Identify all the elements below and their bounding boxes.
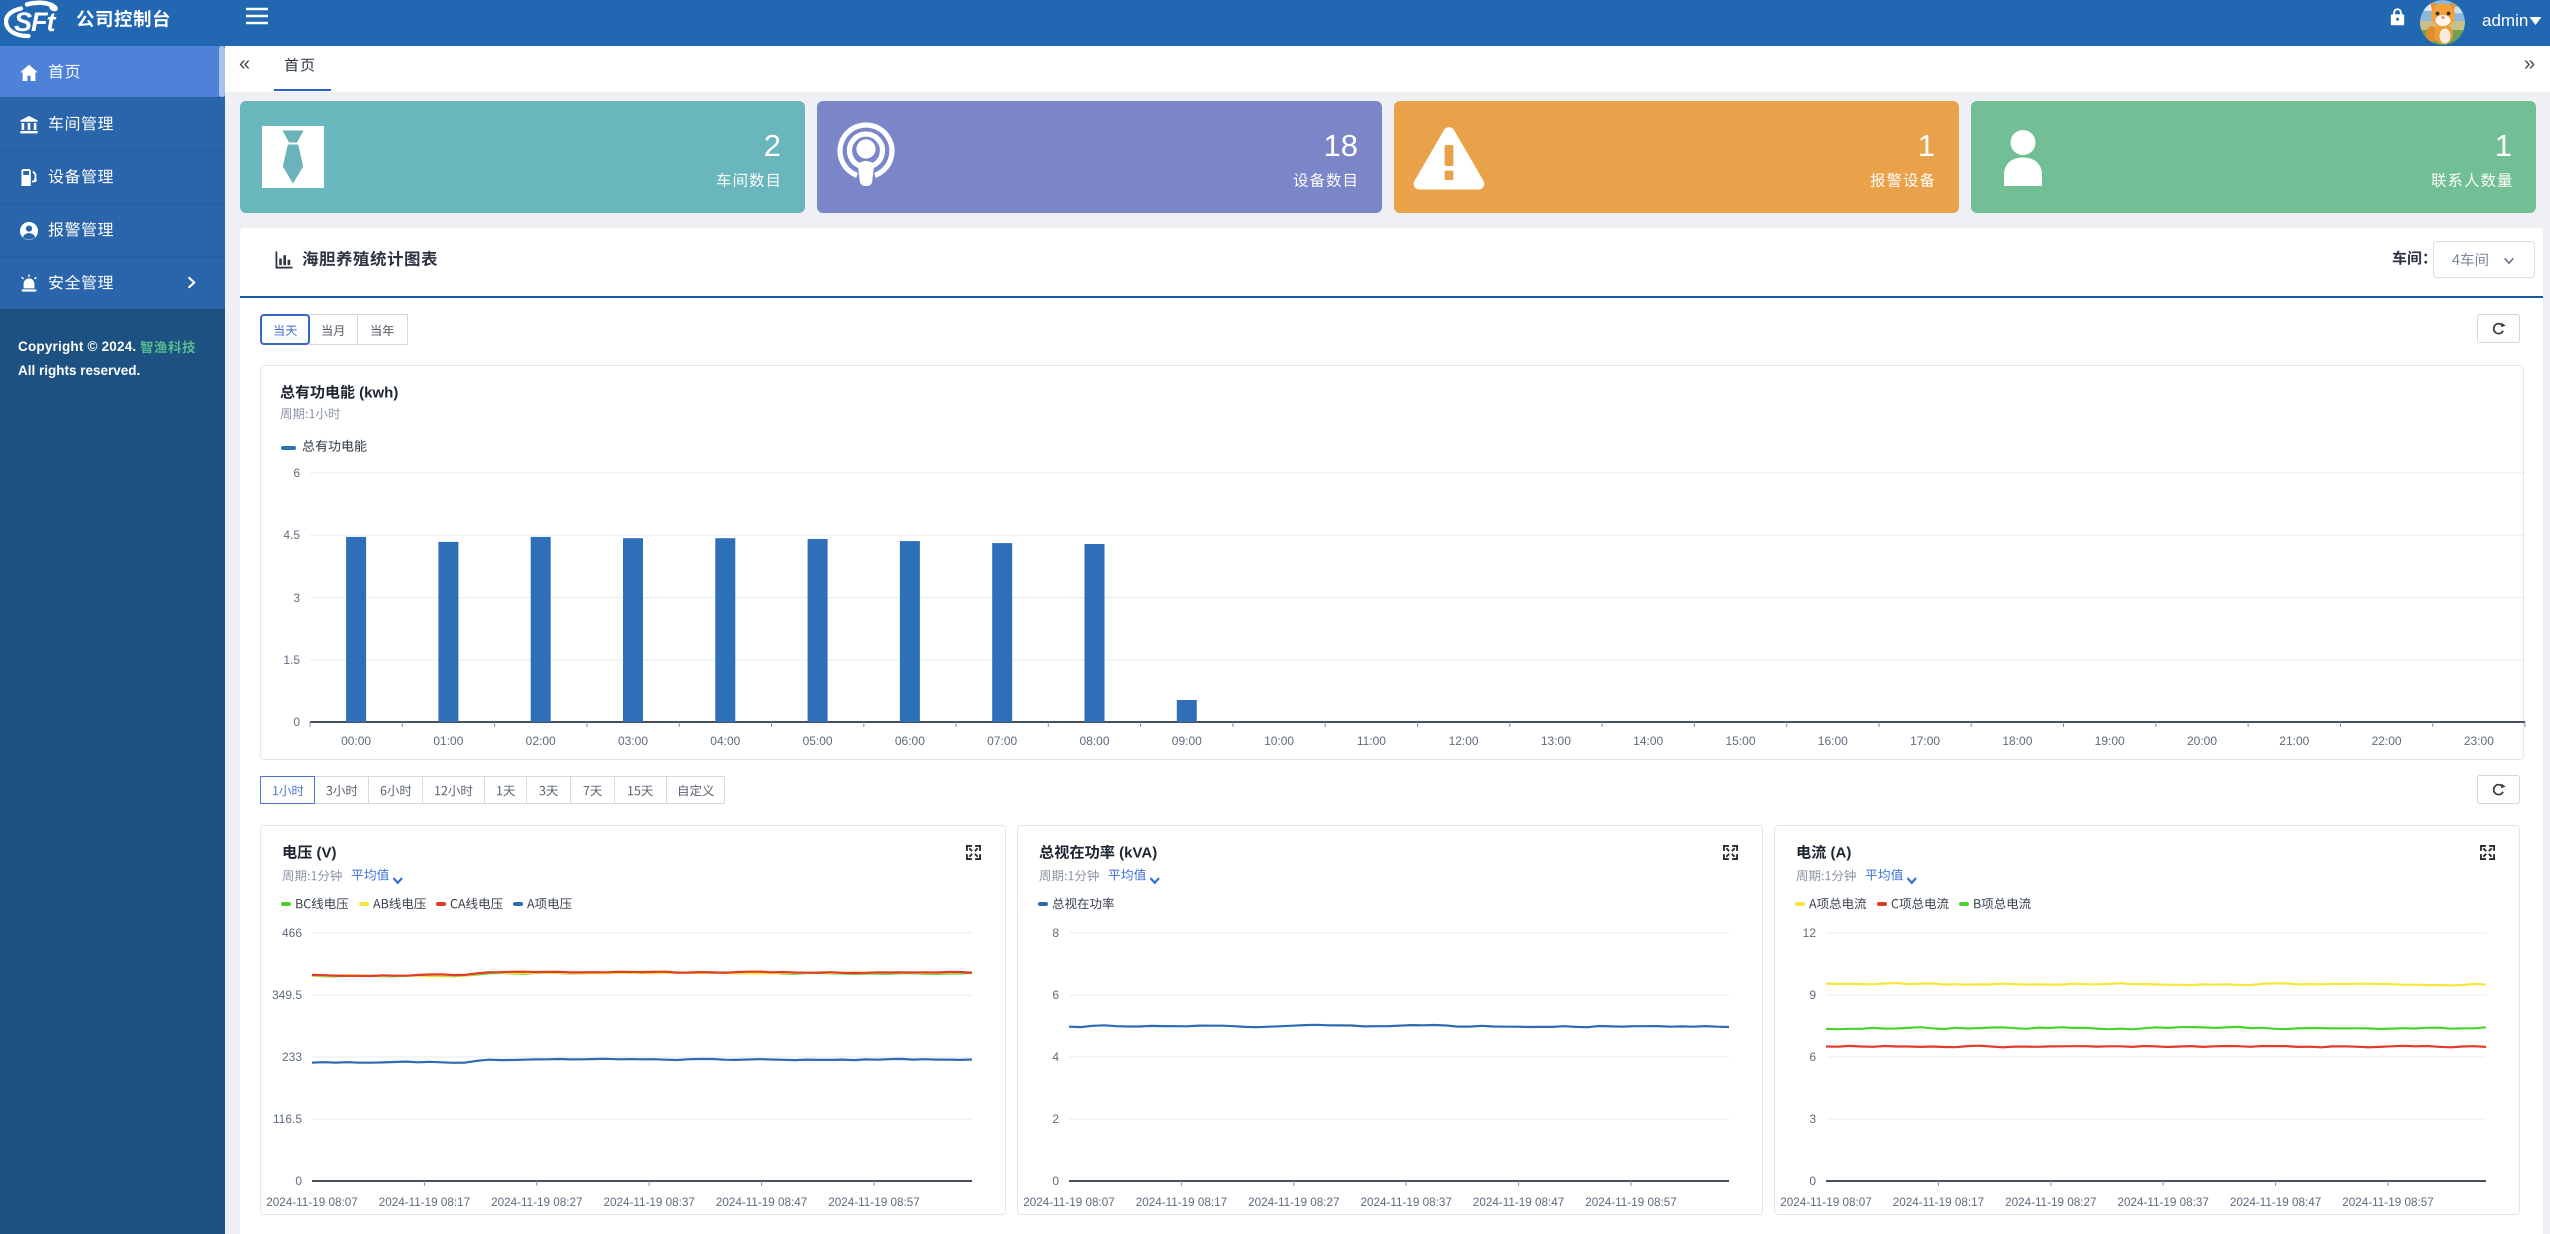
svg-text:0: 0 xyxy=(1809,1174,1816,1188)
svg-text:6: 6 xyxy=(1809,1050,1816,1064)
svg-text:2024-11-19 08:37: 2024-11-19 08:37 xyxy=(2117,1196,2208,1209)
svg-text:12: 12 xyxy=(1803,926,1817,940)
svg-text:2024-11-19 08:17: 2024-11-19 08:17 xyxy=(1893,1196,1984,1209)
svg-text:2024-11-19 08:27: 2024-11-19 08:27 xyxy=(2005,1196,2096,1209)
svg-text:2024-11-19 08:07: 2024-11-19 08:07 xyxy=(1780,1196,1871,1209)
svg-text:2024-11-19 08:57: 2024-11-19 08:57 xyxy=(2342,1196,2433,1209)
svg-text:2024-11-19 08:47: 2024-11-19 08:47 xyxy=(2230,1196,2321,1209)
svg-text:9: 9 xyxy=(1809,988,1816,1002)
svg-text:3: 3 xyxy=(1809,1112,1816,1126)
